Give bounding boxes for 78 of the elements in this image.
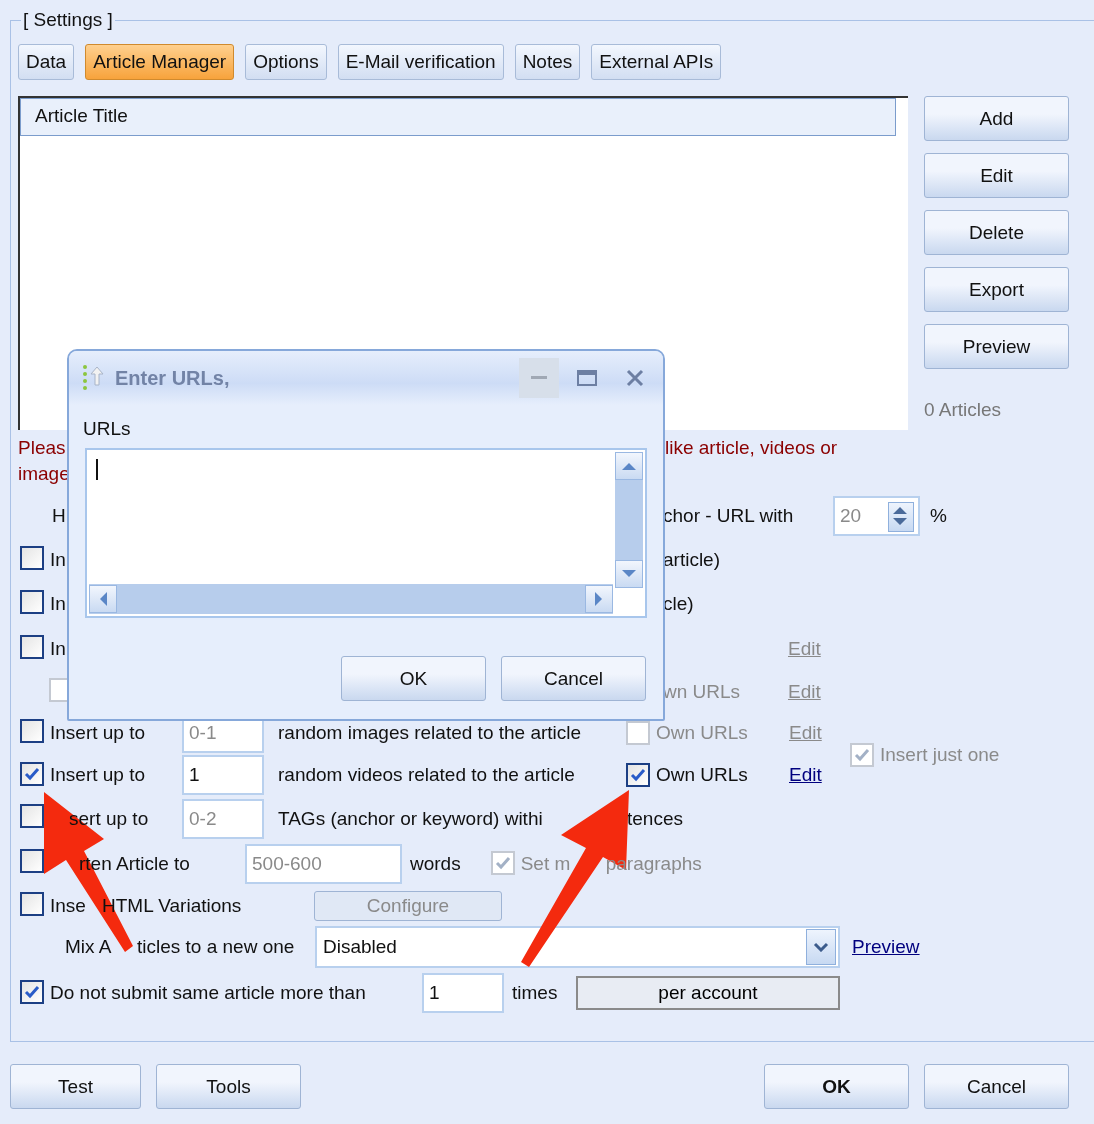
footer-button[interactable]: OK [764, 1064, 909, 1109]
checkmark-icon [853, 746, 871, 764]
tab[interactable]: External APIs [591, 44, 722, 80]
option-label: Insert up to [50, 764, 146, 785]
option-label: Insert up to [50, 722, 146, 743]
option-text: TAGs (anchor or keyword) withi [278, 807, 543, 829]
tab[interactable]: Article Manager [85, 44, 235, 80]
footer-button[interactable]: Tools [156, 1064, 301, 1109]
option-label: In [50, 638, 66, 660]
chevron-down-icon[interactable] [806, 929, 836, 965]
option-label: Set m [520, 852, 571, 874]
checkbox[interactable] [20, 589, 44, 614]
checkmark-icon [23, 765, 41, 783]
unit-label: words [410, 852, 461, 875]
mix-dropdown[interactable]: Disabled [315, 926, 840, 968]
spin-buttons-icon[interactable] [888, 502, 914, 532]
option-text: random images related to the article [278, 722, 583, 744]
checkbox[interactable] [20, 762, 44, 786]
option-label: In [50, 593, 66, 615]
scroll-up-icon[interactable] [615, 452, 643, 480]
own-urls-label: Own URLs [656, 764, 749, 786]
scrollbar[interactable] [615, 452, 643, 588]
option-label: Do not submit same article more than [50, 982, 367, 1004]
preview-link[interactable]: Preview [852, 936, 920, 958]
tab[interactable]: Data [18, 44, 75, 80]
count-field[interactable]: 1 [182, 755, 264, 795]
checkbox[interactable] [20, 891, 44, 916]
urls-textarea[interactable] [85, 448, 647, 618]
list-button[interactable]: Add [924, 96, 1069, 141]
article-count: 0 Articles [924, 399, 1003, 421]
option-text: article) [663, 549, 720, 571]
checkmark-icon [629, 766, 647, 784]
scroll-down-icon[interactable] [615, 560, 643, 588]
scrollbar[interactable] [89, 584, 613, 614]
option-text: tences [627, 807, 683, 830]
list-button[interactable]: Delete [924, 210, 1069, 255]
dialog-button[interactable]: Cancel [501, 656, 646, 701]
option-label: Inse [50, 895, 86, 916]
option-label: In [50, 549, 66, 571]
tab[interactable]: E-Mail verification [337, 44, 504, 80]
edit-link[interactable]: Edit [789, 764, 822, 786]
scroll-left-icon[interactable] [89, 585, 117, 613]
list-button[interactable]: Preview [924, 324, 1069, 369]
checkbox[interactable] [20, 980, 44, 1004]
option-label: chor - URL with [663, 505, 795, 527]
checkbox[interactable] [20, 718, 44, 743]
dialog-title: Enter URLs, [115, 366, 231, 390]
footer-button[interactable]: Cancel [924, 1064, 1069, 1109]
column-header[interactable]: Article Title [20, 98, 896, 136]
tab[interactable]: Options [245, 44, 327, 80]
notice-text: Pleas [18, 437, 66, 458]
dialog-button[interactable]: OK [341, 656, 486, 701]
checkbox[interactable] [20, 634, 44, 659]
unit-label: % [930, 505, 947, 527]
checkbox[interactable] [20, 849, 44, 873]
tab[interactable]: Notes [514, 44, 581, 80]
own-urls-label: Own URLs [656, 722, 749, 744]
notice-text: like article, videos or [665, 436, 838, 460]
checkmark-icon [23, 983, 41, 1001]
times-field[interactable]: 1 [422, 973, 504, 1013]
minimize-icon[interactable] [519, 358, 559, 398]
option-label: ticles to a new one [137, 936, 295, 957]
footer-button[interactable]: Test [10, 1064, 141, 1109]
list-button[interactable]: Edit [924, 153, 1069, 198]
checkbox[interactable] [20, 804, 44, 828]
checkbox[interactable] [626, 763, 650, 787]
option-text: random videos related to the article [278, 764, 576, 786]
option-label: Insert just one [880, 744, 1000, 766]
option-label: H [52, 505, 66, 527]
percent-field[interactable]: 20 [833, 496, 920, 536]
list-button[interactable]: Export [924, 267, 1069, 312]
option-label: Mix A [65, 936, 112, 957]
per-account-button[interactable]: per account [576, 976, 840, 1010]
scroll-right-icon[interactable] [585, 585, 613, 613]
notice-text: image [18, 463, 70, 484]
checkbox[interactable] [20, 545, 44, 570]
text-cursor [96, 459, 98, 480]
unit-label: times [512, 982, 559, 1004]
